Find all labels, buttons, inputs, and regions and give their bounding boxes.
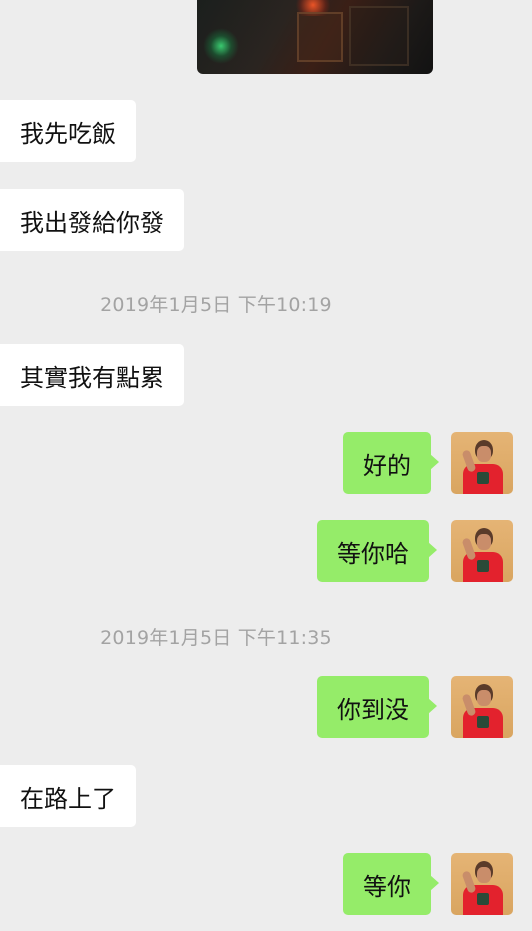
user-avatar[interactable]	[451, 853, 513, 915]
user-avatar[interactable]	[451, 676, 513, 738]
neon-sign-light	[203, 28, 239, 64]
photo-shelf-shape	[349, 6, 409, 66]
message-bubble-outgoing[interactable]: 好的	[343, 432, 439, 494]
image-message[interactable]	[197, 0, 433, 74]
message-timestamp: 2019年1月5日 下午11:35	[100, 627, 332, 649]
photo-window-shape	[297, 12, 343, 62]
message-bubble-incoming[interactable]: 我出發給你發	[0, 189, 184, 251]
message-bubble-incoming[interactable]: 其實我有點累	[0, 344, 184, 406]
message-bubble-incoming[interactable]: 我先吃飯	[0, 100, 136, 162]
message-bubble-incoming[interactable]: 在路上了	[0, 765, 136, 827]
message-bubble-outgoing[interactable]: 你到没	[317, 676, 437, 738]
message-bubble-outgoing[interactable]: 等你	[343, 853, 439, 915]
user-avatar[interactable]	[451, 432, 513, 494]
message-timestamp: 2019年1月5日 下午10:19	[100, 294, 332, 316]
user-avatar[interactable]	[451, 520, 513, 582]
message-bubble-outgoing[interactable]: 等你哈	[317, 520, 437, 582]
chat-message-list[interactable]: 我先吃飯 我出發給你發 2019年1月5日 下午10:19 其實我有點累 好的 …	[0, 0, 532, 931]
